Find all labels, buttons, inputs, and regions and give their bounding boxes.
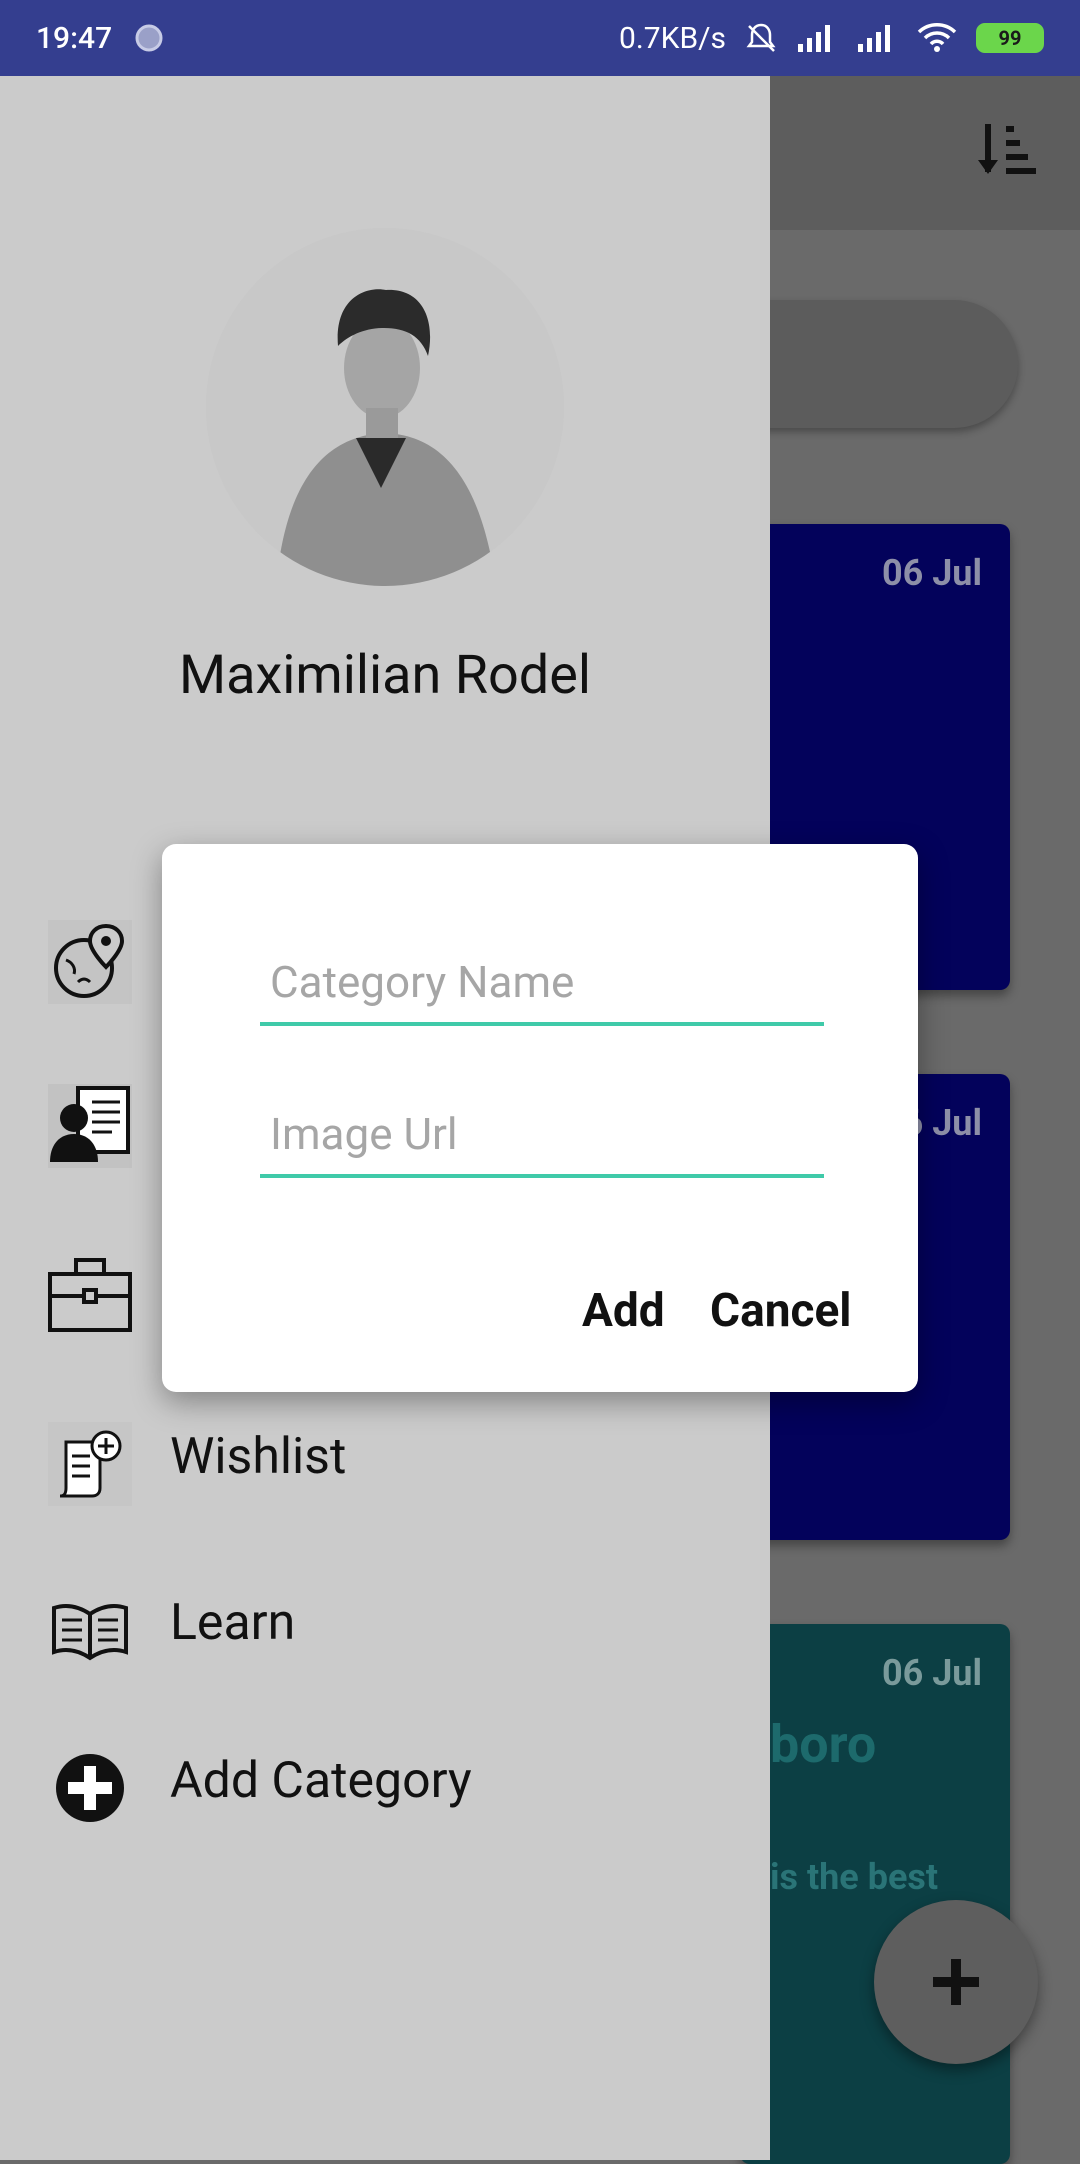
plus-icon xyxy=(933,1959,979,2005)
wifi-icon xyxy=(917,23,957,52)
cancel-button[interactable]: Cancel xyxy=(710,1284,851,1338)
travel-globe-icon xyxy=(48,920,132,1004)
drawer-item-learn[interactable]: Learn xyxy=(0,1570,770,1680)
sync-icon xyxy=(135,24,163,52)
drawer-item-label: Add Category xyxy=(170,1752,472,1810)
battery-level: 99 xyxy=(998,26,1022,50)
signal-icon xyxy=(798,25,830,52)
signal-icon-2 xyxy=(858,25,890,52)
status-time: 19:47 xyxy=(36,20,113,56)
add-circle-icon xyxy=(56,1754,124,1822)
briefcase-icon xyxy=(48,1258,132,1332)
user-name: Maximilian Rodel xyxy=(178,644,592,707)
category-name-input[interactable] xyxy=(260,942,824,1026)
mute-bell-icon xyxy=(746,23,776,52)
card-title: boro xyxy=(770,1714,877,1775)
card-date: 06 Jul xyxy=(881,552,982,594)
drawer-item-add-category[interactable]: Add Category xyxy=(0,1728,770,1838)
wishlist-icon xyxy=(48,1422,132,1506)
network-speed: 0.7KB/s xyxy=(618,20,726,56)
profile-card-icon xyxy=(48,1084,132,1168)
card-date: 06 Jul xyxy=(881,1652,982,1694)
card-text: is the best xyxy=(770,1856,939,1898)
add-category-dialog: Add Cancel xyxy=(162,844,918,1392)
note-card[interactable]: 06 Jul boro is the best xyxy=(740,1624,1010,2164)
drawer-item-label: Learn xyxy=(170,1594,296,1652)
drawer-item-wishlist[interactable]: Wishlist xyxy=(0,1404,770,1514)
avatar-photo xyxy=(206,228,564,586)
add-button[interactable]: Add xyxy=(582,1284,665,1338)
status-bar: 19:47 0.7KB/s 99 xyxy=(0,0,1080,76)
image-url-input[interactable] xyxy=(260,1094,824,1178)
open-book-icon xyxy=(52,1604,128,1661)
drawer-item-label: Wishlist xyxy=(170,1428,347,1486)
avatar[interactable] xyxy=(206,228,564,586)
add-fab-button[interactable] xyxy=(874,1900,1038,2064)
battery-icon: 99 xyxy=(976,23,1044,53)
sort-icon[interactable] xyxy=(974,120,1038,184)
